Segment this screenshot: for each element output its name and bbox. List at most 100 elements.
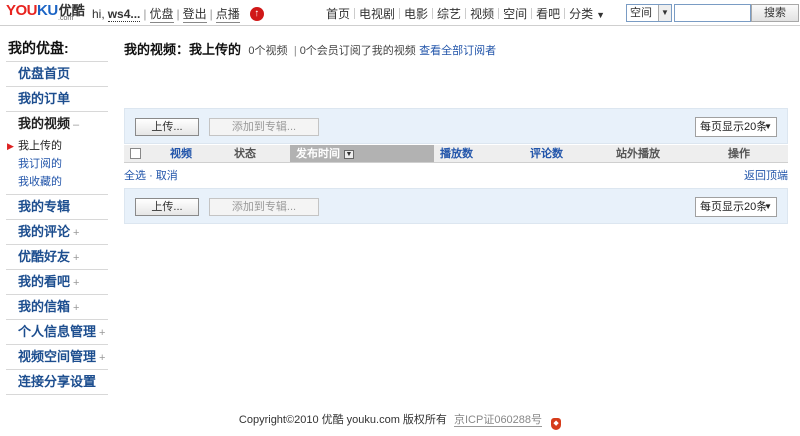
add-to-album-button[interactable]: 添加到专辑... [209, 118, 319, 136]
collapse-icon[interactable]: – [73, 119, 79, 131]
upload-arrow-icon[interactable]: ↑ [249, 7, 264, 21]
nav-movie[interactable]: 电影 [400, 5, 432, 22]
sidebar-sub-label: 我上传的 [18, 140, 62, 152]
sidebar-item-my-videos[interactable]: 我的视频 – [6, 112, 108, 137]
nav-tv[interactable]: 电视剧 [355, 5, 399, 22]
col-video[interactable]: 视频 [164, 145, 228, 162]
youku-logo[interactable]: YOUKU 优酷 .com [6, 3, 85, 23]
sidebar-item-label: 优盘首页 [18, 66, 71, 81]
expand-icon[interactable]: + [73, 227, 79, 239]
search-input[interactable] [674, 4, 751, 22]
page-header: 我的视频：我上传的 0个视频 | 0个会员订阅了我的视频 查看全部订阅者 [124, 36, 788, 64]
main-content: 我的视频：我上传的 0个视频 | 0个会员订阅了我的视频 查看全部订阅者 上传..… [124, 36, 788, 224]
upload-button[interactable]: 上传... [135, 198, 199, 216]
sidebar-item-comments[interactable]: 我的评论 + [6, 220, 108, 245]
sidebar-item-label: 我的评论 [18, 224, 71, 239]
nav-video[interactable]: 视频 [466, 5, 498, 22]
page-title: 我的视频：我上传的 [124, 42, 242, 57]
logo-wordmark: YOUKU [6, 3, 58, 19]
select-all-link[interactable]: 全选 [124, 170, 146, 182]
sidebar-item-label: 我的信箱 [18, 299, 71, 314]
sidebar-sub-label: 我订阅的 [18, 158, 62, 170]
per-page-select[interactable]: 每页显示20条 ▼ [695, 117, 777, 137]
col-external-plays: 站外播放 [616, 148, 660, 160]
select-all-cell [124, 145, 164, 162]
user-area: hi, ws4... | 优盘 | 登出 | 点播 ↑ [92, 5, 264, 23]
nav-category-label: 分类 [569, 7, 594, 21]
sidebar-item-orders[interactable]: 我的订单 [6, 87, 108, 112]
cancel-selection-link[interactable]: · 取消 [149, 170, 178, 182]
icp-license-link[interactable]: 京ICP证060288号 [453, 414, 543, 427]
expand-icon[interactable]: + [73, 302, 79, 314]
view-all-subscribers-link[interactable]: 查看全部订阅者 [419, 45, 496, 57]
logout-link[interactable]: 登出 [182, 5, 207, 23]
expand-icon[interactable]: + [73, 252, 79, 264]
sidebar-item-label: 连接分享设置 [18, 374, 97, 389]
col-comments[interactable]: 评论数 [524, 145, 610, 162]
sidebar-item-profile[interactable]: 个人信息管理 + [6, 320, 108, 345]
logo-ku: KU [37, 2, 58, 19]
nav-space[interactable]: 空间 [499, 5, 531, 22]
video-count: 0个视频 [248, 45, 288, 57]
sort-desc-icon: ▼ [344, 150, 354, 159]
sidebar-item-albums[interactable]: 我的专辑 [6, 195, 108, 220]
nav-bar[interactable]: 看吧 [532, 5, 564, 22]
add-to-album-button[interactable]: 添加到专辑... [209, 198, 319, 216]
expand-icon[interactable]: + [99, 352, 105, 364]
vod-link[interactable]: 点播 [215, 5, 240, 23]
col-publish-time[interactable]: 发布时间 ▼ [290, 145, 434, 162]
sidebar-item-kanba[interactable]: 我的看吧 + [6, 270, 108, 295]
selection-row: 全选 · 取消 返回顶端 [124, 168, 788, 184]
sidebar-title: 我的优盘: [6, 36, 108, 62]
chevron-down-icon: ▼ [596, 10, 606, 20]
dropdown-arrow-icon: ▼ [764, 122, 772, 131]
col-plays[interactable]: 播放数 [434, 145, 524, 162]
police-badge-icon[interactable]: ◆ [551, 418, 562, 430]
sidebar-submenu: ▶ 我上传的 我订阅的 我收藏的 [6, 137, 108, 195]
search-scope-value: 空间 [630, 7, 652, 19]
select-all-checkbox[interactable] [130, 148, 141, 159]
top-bar: YOUKU 优酷 .com hi, ws4... | 优盘 | 登出 | 点播 … [0, 0, 800, 26]
nav-home[interactable]: 首页 [322, 5, 354, 22]
sidebar-item-upan-home[interactable]: 优盘首页 [6, 62, 108, 87]
dropdown-arrow-icon: ▼ [658, 5, 671, 21]
col-publish-time-label: 发布时间 [296, 148, 340, 160]
greeting: hi, [92, 7, 105, 21]
title-separator: | [293, 45, 297, 57]
toolbar-bottom: 上传... 添加到专辑... 每页显示20条 ▼ [124, 188, 788, 224]
col-actions: 操作 [728, 148, 750, 160]
sidebar-item-label: 我的视频 [18, 116, 71, 131]
sidebar-item-space-manage[interactable]: 视频空间管理 + [6, 345, 108, 370]
sidebar-sub-favorites[interactable]: 我收藏的 [6, 173, 108, 191]
search-button[interactable]: 搜索 [751, 4, 799, 22]
video-table-header: 视频 状态 发布时间 ▼ 播放数 评论数 站外播放 操作 [124, 145, 788, 163]
expand-icon[interactable]: + [73, 277, 79, 289]
sidebar-item-label: 优酷好友 [18, 249, 71, 264]
upload-button[interactable]: 上传... [135, 118, 199, 136]
toolbar-top: 上传... 添加到专辑... 每页显示20条 ▼ [124, 108, 788, 144]
sidebar-sub-label: 我收藏的 [18, 176, 62, 188]
logo-you: YOU [6, 2, 38, 19]
current-arrow-icon: ▶ [7, 141, 14, 151]
sidebar-item-share-settings[interactable]: 连接分享设置 [6, 370, 108, 395]
subscriber-count: 0个会员订阅了我的视频 [299, 45, 416, 57]
sidebar-item-label: 我的订单 [18, 91, 71, 106]
sidebar-item-mailbox[interactable]: 我的信箱 + [6, 295, 108, 320]
nav-variety[interactable]: 综艺 [433, 5, 465, 22]
expand-icon[interactable]: + [99, 327, 105, 339]
upan-link[interactable]: 优盘 [149, 5, 174, 23]
search-scope-select[interactable]: 空间 ▼ [626, 4, 672, 22]
back-to-top-link[interactable]: 返回顶端 [744, 168, 788, 184]
sidebar-item-friends[interactable]: 优酷好友 + [6, 245, 108, 270]
per-page-value: 每页显示20条 [700, 201, 768, 213]
main-nav: 首页 电视剧 电影 综艺 视频 空间 看吧 分类 ▼ [322, 5, 609, 22]
sidebar-sub-subscribed[interactable]: 我订阅的 [6, 155, 108, 173]
nav-category[interactable]: 分类 ▼ [565, 5, 609, 22]
per-page-select[interactable]: 每页显示20条 ▼ [695, 197, 777, 217]
selection-links: 全选 · 取消 [124, 168, 178, 184]
sidebar-sub-uploaded[interactable]: ▶ 我上传的 [6, 137, 108, 155]
logo-dotcom: .com [58, 15, 74, 22]
username-link[interactable]: ws4... [107, 7, 141, 22]
sidebar-item-label: 我的看吧 [18, 274, 71, 289]
search-area: 空间 ▼ 搜索 [626, 4, 799, 22]
